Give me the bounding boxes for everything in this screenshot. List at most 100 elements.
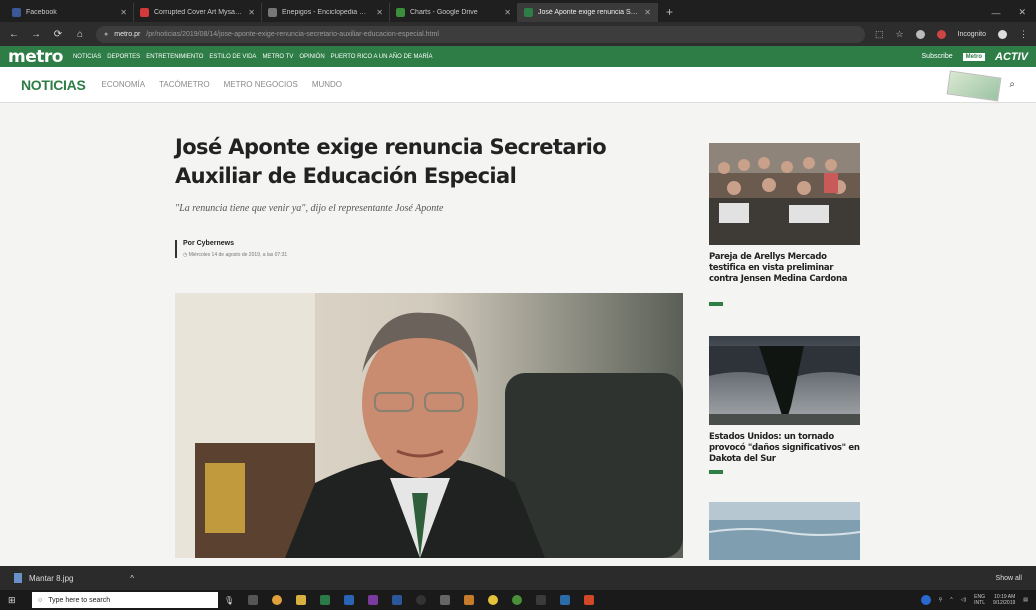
show-all-button[interactable]: Show all: [996, 575, 1022, 582]
close-tab-icon[interactable]: ✕: [504, 8, 511, 17]
clock-icon: ◷: [183, 252, 188, 258]
portrait-image: [175, 293, 683, 558]
sidebar-headline-2[interactable]: Estados Unidos: un tornado provocó "daño…: [709, 432, 864, 465]
office-icon[interactable]: [584, 595, 595, 605]
browser-actions: ⬚ ☆ Incognito ⋮: [875, 29, 1028, 40]
site-top-bar: metro NOTICIAS DEPORTES ENTRETENIMIENTO …: [0, 46, 1036, 67]
file-icon: [14, 573, 22, 583]
task-view-icon[interactable]: [248, 595, 259, 605]
section-tag: [709, 302, 723, 306]
metro-logo[interactable]: metro: [8, 47, 63, 67]
translate-icon[interactable]: ⬚: [875, 29, 884, 40]
app-icon[interactable]: [464, 595, 475, 605]
close-window-icon[interactable]: ✕: [1018, 7, 1026, 18]
app-icon[interactable]: [440, 595, 451, 605]
bookmark-star-icon[interactable]: ☆: [896, 29, 904, 40]
nav-puerto-rico[interactable]: PUERTO RICO A UN AÑO DE MARÍA: [331, 54, 433, 60]
activ-logo[interactable]: ACTIV: [995, 51, 1028, 63]
microphone-icon[interactable]: 🎙: [224, 596, 234, 605]
metro-favicon-icon: [524, 8, 533, 17]
tab-title: José Aponte exige renuncia Secr...: [538, 9, 640, 16]
drive-icon: [396, 8, 405, 17]
sidebar-headline-1[interactable]: Pareja de Arellys Mercado testifica en v…: [709, 252, 864, 285]
ocean-image: [709, 502, 860, 560]
window-controls: — ✕: [991, 3, 1036, 22]
forward-icon[interactable]: →: [30, 29, 42, 40]
excel-icon[interactable]: [320, 595, 331, 605]
app-icon[interactable]: [488, 595, 499, 605]
favicon-icon: [140, 8, 149, 17]
word-icon[interactable]: [392, 595, 403, 605]
author[interactable]: Por Cybernews: [183, 240, 287, 247]
tray-app-icon[interactable]: [920, 595, 931, 605]
close-tab-icon[interactable]: ✕: [644, 8, 651, 17]
home-icon[interactable]: ⌂: [74, 29, 86, 40]
section-item-metro-negocios[interactable]: METRO NEGOCIOS: [224, 80, 298, 89]
menu-icon[interactable]: ⋮: [1019, 29, 1028, 40]
nav-deportes[interactable]: DEPORTES: [107, 54, 140, 60]
windows-start-icon[interactable]: ⊞: [8, 595, 22, 606]
tab-title: Corrupted Cover Art Mysa - Mu...: [154, 9, 243, 16]
chrome-icon[interactable]: [272, 595, 283, 605]
address-bar: ← → ⟳ ⌂ ● metro.pr/pr/noticias/2019/08/1…: [0, 22, 1036, 46]
section-item-mundo[interactable]: MUNDO: [312, 80, 342, 89]
tab-facebook[interactable]: Facebook ✕: [6, 3, 134, 22]
taskbar-search-placeholder: Type here to search: [48, 596, 111, 604]
download-item[interactable]: Mantar 8.jpg ^: [14, 573, 134, 583]
app-icon[interactable]: [416, 595, 427, 605]
lock-icon: ●: [104, 30, 109, 38]
clock[interactable]: 10:19 AM 9/12/2019: [993, 594, 1015, 606]
nav-opinion[interactable]: OPINIÓN: [299, 54, 324, 60]
article-subhead: "La renuncia tiene que venir ya", dijo e…: [175, 203, 444, 214]
people-icon[interactable]: ⚲: [939, 597, 943, 603]
minimize-icon[interactable]: —: [991, 8, 1000, 18]
close-tab-icon[interactable]: ✕: [120, 8, 127, 17]
notifications-icon[interactable]: ▤: [1023, 597, 1028, 603]
tab-metro-article[interactable]: José Aponte exige renuncia Secr... ✕: [518, 3, 658, 22]
incognito-icon[interactable]: [998, 29, 1007, 39]
lang-secondary: INTL: [974, 600, 986, 606]
url-input[interactable]: ● metro.pr/pr/noticias/2019/08/14/jose-a…: [96, 25, 865, 43]
sidebar-image-3[interactable]: [709, 502, 860, 560]
nav-entretenimiento[interactable]: ENTRETENIMIENTO: [146, 54, 203, 60]
tab-google-drive[interactable]: Charts - Google Drive ✕: [390, 3, 518, 22]
file-explorer-icon[interactable]: [296, 595, 307, 605]
site-top-nav: NOTICIAS DEPORTES ENTRETENIMIENTO ESTILO…: [73, 54, 433, 60]
sidebar-image-1[interactable]: [709, 143, 860, 245]
chevron-up-icon[interactable]: ^: [950, 597, 952, 603]
taskbar-search-input[interactable]: ○ Type here to search: [32, 592, 218, 608]
section-title[interactable]: NOTICIAS: [21, 77, 86, 93]
app-icon[interactable]: [512, 595, 523, 605]
reload-icon[interactable]: ⟳: [52, 29, 64, 40]
section-items: ECONOMÍA TACÓMETRO METRO NEGOCIOS MUNDO: [102, 80, 343, 89]
volume-icon[interactable]: ◁): [961, 597, 967, 603]
byline: Por Cybernews ◷ Miércoles 14 de agosto d…: [175, 240, 287, 258]
nav-metro-tv[interactable]: METRO TV: [262, 54, 293, 60]
app-icon[interactable]: [536, 595, 547, 605]
onenote-icon[interactable]: [368, 595, 379, 605]
windows-taskbar: ⊞ ○ Type here to search 🎙 ⚲ ^ ◁) ENG INT…: [0, 590, 1036, 610]
back-icon[interactable]: ←: [8, 29, 20, 40]
publish-date-text: Miércoles 14 de agosto de 2019, a las 07…: [188, 252, 288, 258]
nav-estilo-de-vida[interactable]: ESTILO DE VIDA: [209, 54, 256, 60]
section-item-economia[interactable]: ECONOMÍA: [102, 80, 146, 89]
chevron-up-icon[interactable]: ^: [130, 574, 134, 583]
extension-icon[interactable]: [936, 29, 946, 39]
close-tab-icon[interactable]: ✕: [248, 8, 255, 17]
sidebar-image-2[interactable]: [709, 336, 860, 425]
extension-icon[interactable]: [915, 29, 925, 39]
new-tab-button[interactable]: +: [658, 3, 681, 22]
ad-banner[interactable]: [946, 70, 1002, 102]
downloads-bar: Mantar 8.jpg ^ Show all: [0, 566, 1036, 590]
tab-cover-art[interactable]: Corrupted Cover Art Mysa - Mu... ✕: [134, 3, 262, 22]
section-item-tacometro[interactable]: TACÓMETRO: [159, 80, 210, 89]
language-indicator[interactable]: ENG INTL: [974, 594, 985, 606]
subscribe-link[interactable]: Subscribe: [922, 53, 953, 60]
search-icon[interactable]: ⌕: [1009, 79, 1015, 90]
tab-encyclopedia[interactable]: Enepigos - Enciclopedia Mera... ✕: [262, 3, 390, 22]
app-icon[interactable]: [560, 595, 571, 605]
close-tab-icon[interactable]: ✕: [376, 8, 383, 17]
metro-badge[interactable]: Metro: [962, 52, 985, 61]
outlook-icon[interactable]: [344, 595, 355, 605]
nav-noticias[interactable]: NOTICIAS: [73, 54, 101, 60]
